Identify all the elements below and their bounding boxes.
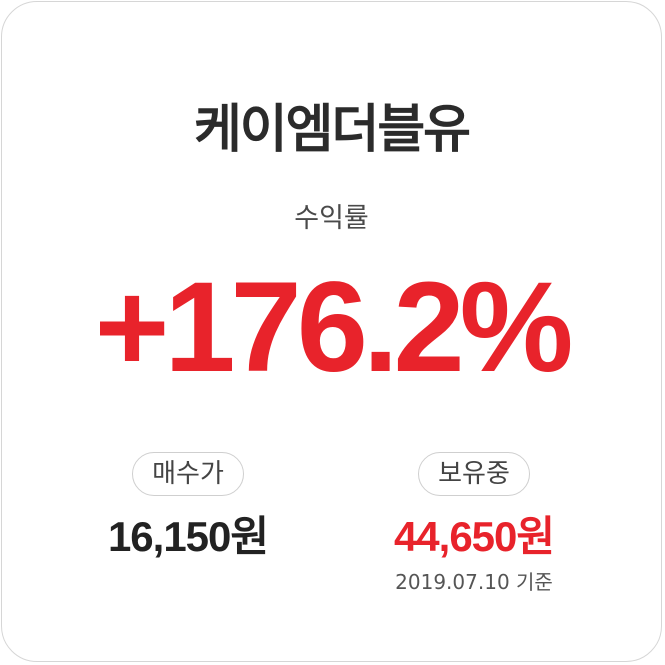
hold-status-badge: 보유중: [418, 452, 530, 496]
buy-price-value: 16,150원: [107, 513, 269, 560]
stock-result-card: 케이엠더블유 수익률 +176.2% 매수가 16,150원 보유중 44,65…: [1, 1, 662, 662]
as-of-date: 2019.07.10 기준: [395, 570, 553, 595]
buy-price-badge: 매수가: [132, 452, 244, 496]
return-value: +176.2%: [94, 256, 574, 399]
current-price-value: 44,650원: [393, 513, 555, 560]
company-name: 케이엠더블유: [193, 100, 471, 160]
buy-price-section: 매수가 16,150원: [58, 452, 318, 560]
return-label: 수익률: [294, 203, 369, 234]
hold-price-section: 보유중 44,650원 2019.07.10 기준: [344, 452, 604, 592]
